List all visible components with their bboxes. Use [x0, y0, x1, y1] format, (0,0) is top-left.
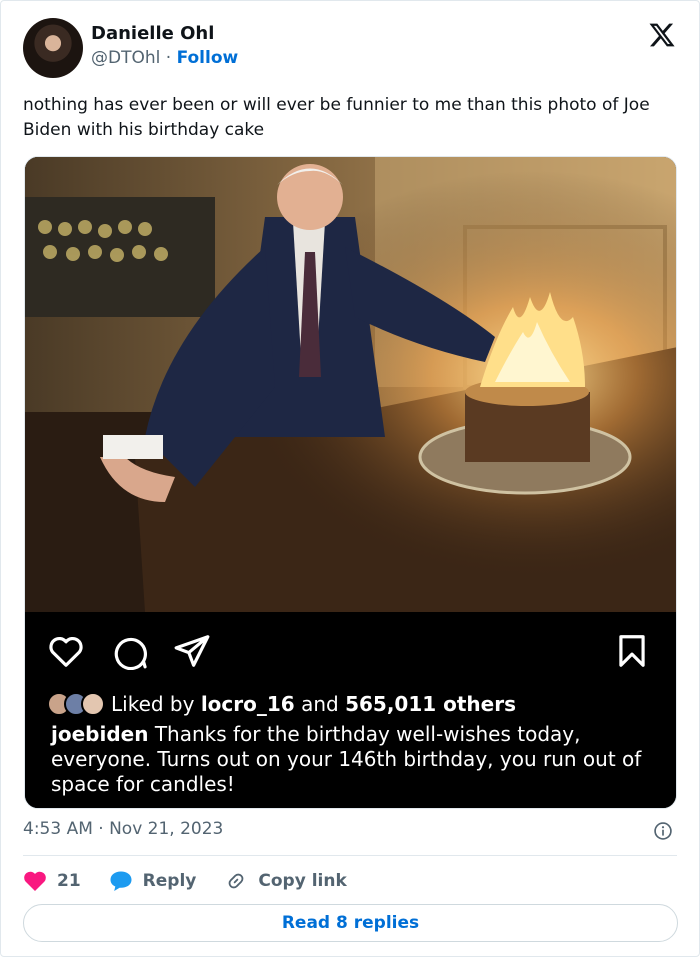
media-embed[interactable]: Liked by locro_16 and 565,011 others joe…: [24, 156, 677, 809]
comment-icon[interactable]: [111, 632, 149, 670]
heart-icon: [24, 871, 46, 891]
follow-link[interactable]: Follow: [177, 48, 239, 68]
copy-link-button[interactable]: Copy link: [224, 870, 347, 892]
liker-avatars: [47, 692, 105, 716]
share-icon[interactable]: [173, 632, 211, 670]
link-icon: [229, 873, 244, 889]
like-count: 21: [57, 871, 81, 891]
heart-outline-icon[interactable]: [47, 632, 85, 670]
liked-user[interactable]: locro_16: [201, 692, 295, 716]
info-icon[interactable]: [653, 821, 673, 841]
author-handle[interactable]: @DTOhl: [91, 48, 160, 68]
tweet-actions: 21 Reply Copy link: [23, 867, 375, 895]
liked-others[interactable]: 565,011 others: [345, 692, 516, 716]
author-handle-line: @DTOhl · Follow: [91, 48, 238, 68]
copy-link-label: Copy link: [258, 871, 347, 891]
reply-bubble-icon: [110, 871, 132, 891]
like-button[interactable]: 21: [23, 870, 81, 892]
bookmark-icon[interactable]: [613, 632, 651, 670]
caption-user[interactable]: joebiden: [51, 722, 148, 746]
separator-dot: ·: [165, 48, 172, 68]
tweet-text: nothing has ever been or will ever be fu…: [23, 95, 650, 140]
liked-and: and: [301, 692, 339, 716]
liker-avatar: [81, 692, 105, 716]
read-replies-button[interactable]: Read 8 replies: [23, 904, 678, 942]
reply-label: Reply: [142, 871, 197, 891]
liked-by-line: Liked by locro_16 and 565,011 others: [47, 692, 516, 716]
reply-button[interactable]: Reply: [109, 870, 197, 892]
birthday-photo: [25, 157, 676, 612]
tweet-embed-card: Danielle Ohl @DTOhl · Follow nothing has…: [0, 0, 700, 957]
author-name[interactable]: Danielle Ohl: [91, 23, 214, 44]
instagram-caption: joebiden Thanks for the birthday well-wi…: [51, 722, 661, 797]
divider: [23, 855, 677, 856]
instagram-footer: Liked by locro_16 and 565,011 others joe…: [25, 612, 676, 808]
liked-prefix: Liked by: [111, 692, 195, 716]
photo-illustration: [25, 157, 676, 612]
avatar[interactable]: [23, 18, 83, 78]
x-logo-icon[interactable]: [647, 21, 677, 49]
tweet-timestamp[interactable]: 4:53 AM · Nov 21, 2023: [23, 819, 223, 839]
